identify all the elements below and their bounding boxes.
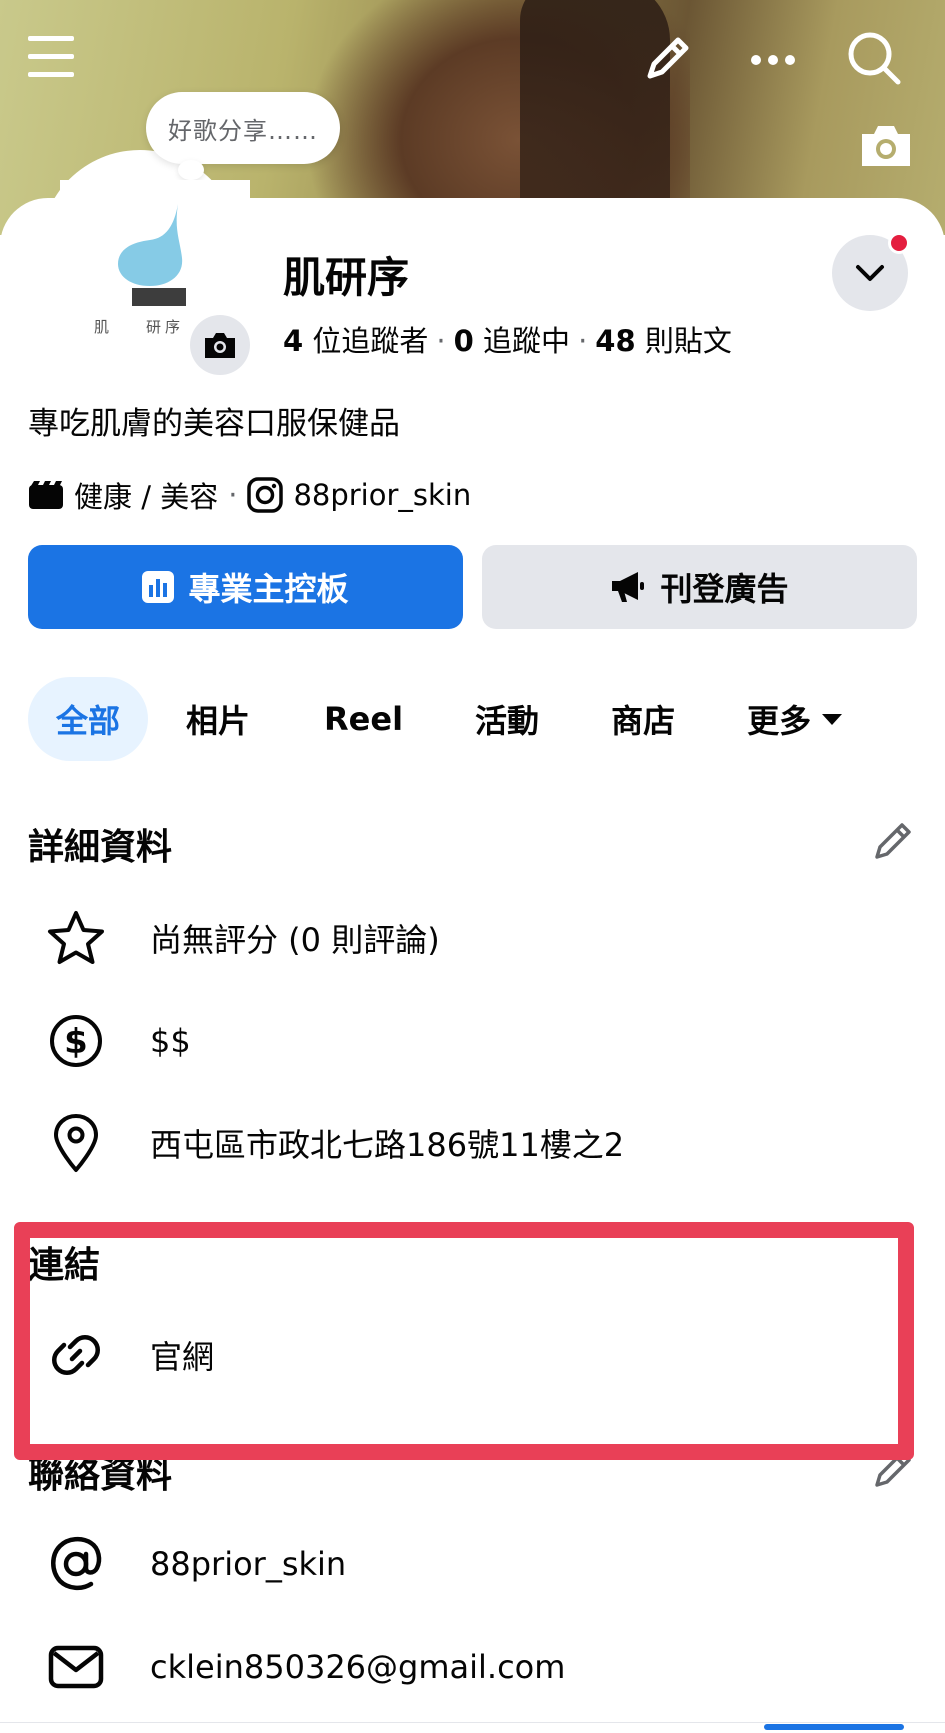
- pencil-icon[interactable]: [642, 32, 694, 88]
- edit-details-icon[interactable]: [872, 818, 916, 866]
- following-label[interactable]: 追蹤中: [483, 324, 570, 358]
- camera-icon: [205, 333, 235, 358]
- details-title: 詳細資料: [28, 827, 173, 868]
- rating-text: 尚無評分 (0 則評論): [150, 921, 440, 959]
- dashboard-icon: [142, 571, 175, 603]
- bio-text: 專吃肌膚的美容口服保健品: [28, 406, 400, 442]
- followers-label[interactable]: 位追蹤者: [312, 324, 428, 358]
- logo-drop-icon: [118, 204, 186, 306]
- tab-reels[interactable]: Reel: [288, 677, 439, 761]
- menu-icon[interactable]: [28, 34, 76, 84]
- more-icon[interactable]: [750, 52, 796, 71]
- cover-camera-icon[interactable]: [858, 122, 914, 172]
- posts-count: 48: [595, 324, 636, 358]
- separator-dot: ·: [228, 478, 238, 512]
- tab-shop[interactable]: 商店: [575, 677, 711, 761]
- avatar-camera-button[interactable]: [190, 315, 250, 375]
- advertise-label: 刊登廣告: [660, 570, 789, 608]
- search-icon[interactable]: [846, 30, 902, 90]
- caret-down-icon: [822, 714, 843, 725]
- address-text: 西屯區市政北七路186號11樓之2: [150, 1126, 625, 1164]
- separator-dot: ·: [578, 324, 588, 358]
- notification-dot: [888, 232, 910, 254]
- price-text: $$: [150, 1022, 191, 1060]
- links-highlight-box: [14, 1222, 914, 1460]
- svg-text:$: $: [64, 1022, 88, 1062]
- instagram-handle[interactable]: 88prior_skin: [293, 478, 471, 512]
- address-row[interactable]: 西屯區市政北七路186號11樓之2: [44, 1108, 904, 1178]
- profile-meta: 健康 / 美容 · 88prior_skin: [28, 474, 471, 516]
- instagram-icon: [247, 477, 284, 513]
- tab-more[interactable]: 更多: [711, 677, 843, 761]
- contact-instagram-row[interactable]: 88prior_skin: [44, 1529, 904, 1599]
- rating-row: 尚無評分 (0 則評論): [44, 903, 904, 973]
- price-row: $ $$: [44, 1006, 904, 1076]
- category-label: 健康 / 美容: [74, 480, 219, 514]
- mail-icon: [48, 1645, 104, 1689]
- tab-all[interactable]: 全部: [28, 677, 149, 761]
- logo-label-right: 研序: [146, 318, 185, 336]
- email-row[interactable]: cklein850326@gmail.com: [44, 1632, 904, 1702]
- contact-instagram-text: 88prior_skin: [150, 1545, 347, 1583]
- category-icon: [29, 481, 63, 509]
- professional-dashboard-label: 專業主控板: [188, 570, 349, 608]
- location-pin-icon: [54, 1114, 98, 1172]
- megaphone-icon: [612, 572, 645, 602]
- tab-more-label: 更多: [747, 702, 812, 740]
- advertise-button[interactable]: 刊登廣告: [482, 545, 917, 629]
- separator-dot: ·: [436, 324, 446, 358]
- profile-stats: 4 位追蹤者 · 0 追蹤中 · 48 則貼文: [283, 318, 732, 360]
- tab-photos[interactable]: 相片: [148, 677, 288, 761]
- at-sign-icon: [51, 1536, 102, 1591]
- bottom-divider: [0, 1722, 945, 1723]
- following-count: 0: [453, 324, 474, 358]
- tab-events[interactable]: 活動: [439, 677, 575, 761]
- dollar-icon: $: [50, 1015, 102, 1067]
- note-bubble[interactable]: 好歌分享……: [146, 92, 340, 164]
- page-title: 肌研序: [283, 253, 410, 302]
- chevron-down-icon: [856, 265, 884, 281]
- professional-dashboard-button[interactable]: 專業主控板: [28, 545, 463, 629]
- email-text: cklein850326@gmail.com: [150, 1648, 566, 1686]
- followers-count: 4: [283, 324, 304, 358]
- logo-label-left: 肌: [94, 318, 110, 336]
- posts-label: 則貼文: [644, 324, 732, 358]
- note-bubble-tail: [178, 160, 204, 180]
- profile-tabs: 全部 相片 Reel 活動 商店 更多: [28, 677, 843, 761]
- star-icon: [48, 911, 104, 964]
- bottom-indicator: [764, 1724, 904, 1730]
